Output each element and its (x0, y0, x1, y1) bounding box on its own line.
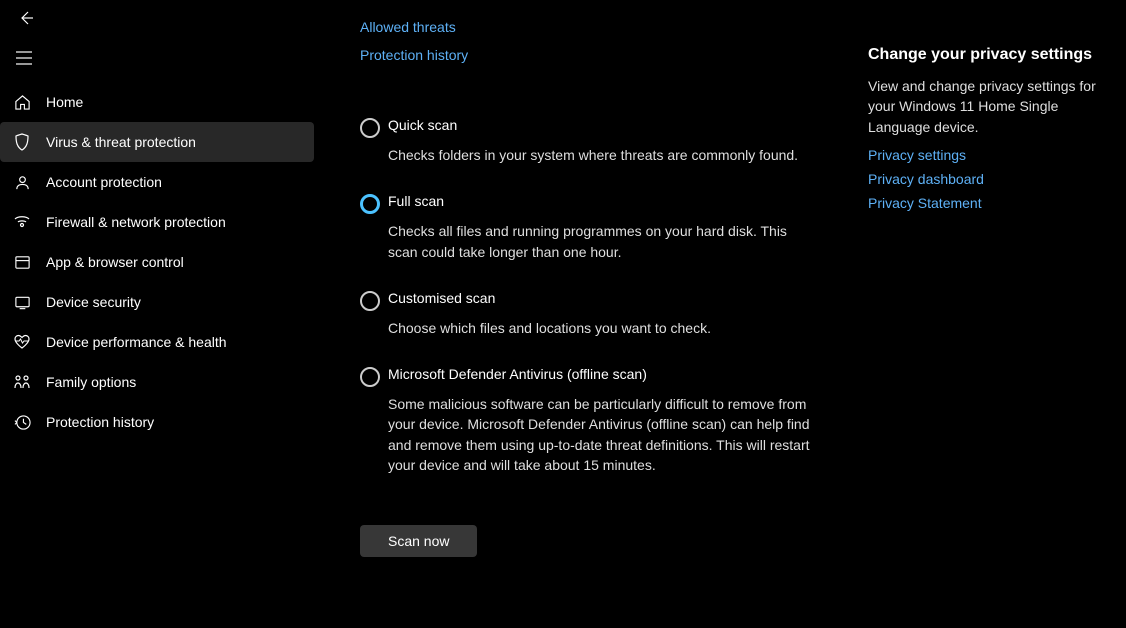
sidebar-item-label: Virus & threat protection (46, 134, 196, 150)
account-icon (12, 172, 32, 192)
hamburger-menu-button[interactable] (4, 40, 44, 76)
sidebar-item-home[interactable]: Home (0, 82, 314, 122)
radio-label: Customised scan (388, 290, 810, 306)
family-icon (12, 372, 32, 392)
sidebar-item-label: Family options (46, 374, 136, 390)
shield-icon (12, 132, 32, 152)
sidebar-item-label: App & browser control (46, 254, 184, 270)
sidebar-item-label: Account protection (46, 174, 162, 190)
hamburger-icon (16, 51, 32, 65)
heart-icon (12, 332, 32, 352)
radio-description: Choose which files and locations you wan… (388, 318, 810, 338)
sidebar-item-label: Home (46, 94, 83, 110)
home-icon (12, 92, 32, 112)
back-button[interactable] (14, 6, 38, 30)
device-security-icon (12, 292, 32, 312)
sidebar-item-protection-history[interactable]: Protection history (0, 402, 314, 442)
protection-history-link[interactable]: Protection history (360, 47, 828, 63)
sidebar-item-virus-threat[interactable]: Virus & threat protection (0, 122, 314, 162)
sidebar-item-account[interactable]: Account protection (0, 162, 314, 202)
radio-quick-scan[interactable] (360, 118, 380, 138)
sidebar-item-label: Device performance & health (46, 334, 227, 350)
sidebar-item-firewall[interactable]: Firewall & network protection (0, 202, 314, 242)
radio-description: Some malicious software can be particula… (388, 394, 810, 475)
sidebar-item-app-browser[interactable]: App & browser control (0, 242, 314, 282)
radio-description: Checks all files and running programmes … (388, 221, 810, 262)
privacy-statement-link[interactable]: Privacy Statement (868, 195, 1106, 211)
privacy-settings-link[interactable]: Privacy settings (868, 147, 1106, 163)
radio-label: Quick scan (388, 117, 810, 133)
main-content: Allowed threats Protection history Quick… (318, 0, 848, 628)
radio-offline-scan[interactable] (360, 367, 380, 387)
sidebar-item-label: Device security (46, 294, 141, 310)
radio-description: Checks folders in your system where thre… (388, 145, 810, 165)
sidebar-item-performance[interactable]: Device performance & health (0, 322, 314, 362)
network-icon (12, 212, 32, 232)
sidebar-item-label: Protection history (46, 414, 154, 430)
history-icon (12, 412, 32, 432)
privacy-dashboard-link[interactable]: Privacy dashboard (868, 171, 1106, 187)
back-arrow-icon (18, 10, 34, 26)
radio-full-scan[interactable] (360, 194, 380, 214)
sidebar-item-label: Firewall & network protection (46, 214, 226, 230)
sidebar: Home Virus & threat protection Account p… (0, 0, 318, 628)
app-browser-icon (12, 252, 32, 272)
privacy-description: View and change privacy settings for you… (868, 76, 1106, 137)
sidebar-item-device-security[interactable]: Device security (0, 282, 314, 322)
scan-now-button[interactable]: Scan now (360, 525, 477, 557)
privacy-heading: Change your privacy settings (868, 46, 1106, 64)
sidebar-item-family[interactable]: Family options (0, 362, 314, 402)
radio-customised-scan[interactable] (360, 291, 380, 311)
radio-label: Microsoft Defender Antivirus (offline sc… (388, 366, 810, 382)
radio-label: Full scan (388, 193, 810, 209)
right-panel: Change your privacy settings View and ch… (848, 0, 1126, 628)
